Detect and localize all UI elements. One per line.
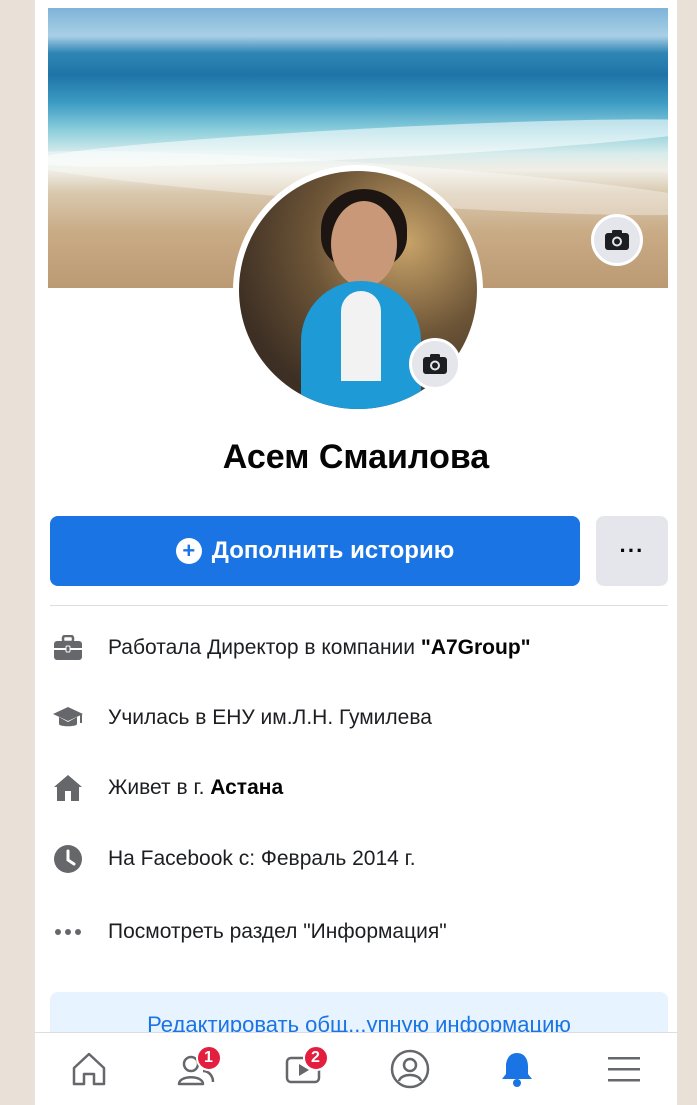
home-icon [72, 1052, 105, 1086]
profile-screen: Асем Смаилова + Дополнить историю ··· Ра… [35, 0, 677, 1105]
home-icon [50, 770, 86, 806]
info-text-joined: На Facebook с: Февраль 2014 г. [108, 847, 416, 870]
plus-circle-icon: + [175, 538, 202, 564]
profile-icon [390, 1049, 429, 1089]
nav-watch[interactable]: 2 [273, 1041, 333, 1097]
bell-icon [501, 1053, 532, 1087]
add-to-story-label: Дополнить историю [211, 537, 455, 564]
bottom-nav: 1 2 [35, 1032, 677, 1105]
clock-icon [50, 841, 86, 877]
camera-icon [423, 354, 447, 374]
friends-badge: 1 [195, 1045, 222, 1071]
more-dots-icon [50, 914, 86, 950]
menu-icon [607, 1057, 640, 1082]
info-row-work[interactable]: Работала Директор в компании "A7Group" [50, 628, 670, 668]
graduation-cap-icon [50, 700, 86, 736]
info-row-location[interactable]: Живет в г. Астана [50, 768, 670, 808]
edit-profile-picture-button[interactable] [409, 338, 461, 390]
nav-menu[interactable] [594, 1041, 654, 1097]
nav-notifications[interactable] [487, 1041, 547, 1097]
nav-home[interactable] [59, 1041, 119, 1097]
profile-name: Асем Смаилова [222, 438, 490, 476]
info-text-work: Работала Директор в компании "A7Group" [108, 636, 531, 659]
add-to-story-button[interactable]: + Дополнить историю [50, 516, 580, 586]
nav-friends[interactable]: 1 [166, 1041, 226, 1097]
more-options-button[interactable]: ··· [596, 516, 668, 586]
edit-cover-photo-button[interactable] [591, 214, 643, 266]
camera-icon [605, 230, 629, 250]
info-text-location: Живет в г. Астана [108, 776, 284, 799]
info-row-joined: На Facebook с: Февраль 2014 г. [50, 839, 670, 879]
divider [50, 605, 668, 606]
info-row-education[interactable]: Училась в ЕНУ им.Л.Н. Гумилева [50, 698, 670, 738]
info-row-see-about[interactable]: Посмотреть раздел "Информация" [50, 912, 670, 952]
nav-profile[interactable] [380, 1041, 440, 1097]
watch-badge: 2 [302, 1045, 329, 1071]
info-text-see-about: Посмотреть раздел "Информация" [108, 920, 447, 943]
info-text-education: Училась в ЕНУ им.Л.Н. Гумилева [108, 706, 432, 729]
briefcase-icon [50, 630, 86, 666]
